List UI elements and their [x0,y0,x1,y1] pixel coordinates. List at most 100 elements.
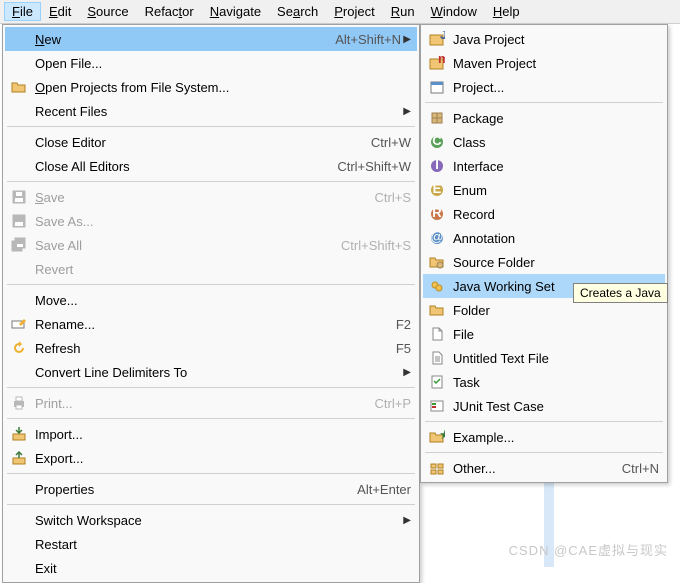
file-switch-workspace[interactable]: Switch Workspace▶ [5,508,417,532]
file-menu: NewAlt+Shift+N▶Open File... Open Projects… [2,24,420,583]
blank-icon [9,512,29,528]
working-set-icon [427,278,447,294]
new-separator [425,452,663,453]
rename-icon [9,316,29,332]
menu-item-shortcut: Ctrl+W [371,135,411,150]
menu-item-shortcut: Alt+Enter [357,482,411,497]
menu-item-label: Rename... [35,317,376,332]
menu-item-label: Package [453,111,659,126]
file-separator [7,473,415,474]
menu-item-label: Other... [453,461,602,476]
source-folder-icon [427,254,447,270]
new-enum[interactable]: EEnum [423,178,665,202]
blank-icon [9,158,29,174]
blank-icon [9,31,29,47]
folder-open-icon [9,79,29,95]
menubar-item-refactor[interactable]: Refactor [137,2,202,21]
project-icon [427,79,447,95]
new-other[interactable]: Other...Ctrl+N [423,456,665,480]
svg-text:★: ★ [439,429,445,442]
submenu-arrow-icon: ▶ [401,34,411,45]
file-close-editor[interactable]: Close Editor Ctrl+W [5,130,417,154]
menubar-item-search[interactable]: Search [269,2,326,21]
menubar-item-navigate[interactable]: Navigate [202,2,269,21]
menu-item-label: Source Folder [453,255,659,270]
new-example[interactable]: ★Example... [423,425,665,449]
menu-item-label: Class [453,135,659,150]
file-exit[interactable]: Exit [5,556,417,580]
blank-icon [9,536,29,552]
new-project[interactable]: Project... [423,75,665,99]
menubar-item-run[interactable]: Run [383,2,423,21]
menu-item-label: Close Editor [35,135,351,150]
new-separator [425,421,663,422]
menubar-item-source[interactable]: Source [79,2,136,21]
save-icon [9,189,29,205]
new-junit-test-case[interactable]: JUnit Test Case [423,394,665,418]
file-icon [427,326,447,342]
file-convert-line-delimiters-to[interactable]: Convert Line Delimiters To▶ [5,360,417,384]
record-icon: R [427,206,447,222]
interface-icon: I [427,158,447,174]
new-class[interactable]: C Class [423,130,665,154]
new-source-folder[interactable]: Source Folder [423,250,665,274]
menu-item-label: JUnit Test Case [453,399,659,414]
new-file[interactable]: File [423,322,665,346]
menu-item-label: Save All [35,238,321,253]
file-rename[interactable]: Rename...F2 [5,312,417,336]
file-separator [7,504,415,505]
menu-item-label: Record [453,207,659,222]
file-recent-files[interactable]: Recent Files▶ [5,99,417,123]
svg-text:C: C [432,134,442,148]
maven-icon: m [427,55,447,71]
file-export[interactable]: Export... [5,446,417,470]
text-file-icon [427,350,447,366]
class-icon: C [427,134,447,150]
new-package[interactable]: Package [423,106,665,130]
new-record[interactable]: R Record [423,202,665,226]
blank-icon [9,364,29,380]
new-java-project[interactable]: JJava Project [423,27,665,51]
file-open-projects-from-file-system[interactable]: Open Projects from File System... [5,75,417,99]
menubar-item-edit[interactable]: Edit [41,2,79,21]
file-refresh[interactable]: RefreshF5 [5,336,417,360]
menubar-item-help[interactable]: Help [485,2,528,21]
menu-item-label: Maven Project [453,56,659,71]
menu-item-label: Task [453,375,659,390]
menubar-item-project[interactable]: Project [326,2,382,21]
menu-item-label: Java Project [453,32,659,47]
menu-item-label: Refresh [35,341,376,356]
menu-item-shortcut: Ctrl+Shift+S [341,238,411,253]
menubar-item-file[interactable]: File [4,2,41,21]
file-new[interactable]: NewAlt+Shift+N▶ [5,27,417,51]
file-close-all-editors[interactable]: Close All EditorsCtrl+Shift+W [5,154,417,178]
menu-item-label: New [35,32,315,47]
menu-item-label: Close All Editors [35,159,317,174]
new-annotation[interactable]: @Annotation [423,226,665,250]
menubar-item-window[interactable]: Window [423,2,485,21]
file-restart[interactable]: Restart [5,532,417,556]
menu-item-label: Open Projects from File System... [35,80,411,95]
blank-icon [9,261,29,277]
new-untitled-text-file[interactable]: Untitled Text File [423,346,665,370]
task-icon [427,374,447,390]
file-move[interactable]: Move... [5,288,417,312]
new-maven-project[interactable]: m Maven Project [423,51,665,75]
menu-item-label: Exit [35,561,411,576]
junit-icon [427,398,447,414]
blank-icon [9,134,29,150]
menu-item-shortcut: Ctrl+S [375,190,411,205]
blank-icon [9,55,29,71]
svg-text:E: E [433,182,442,196]
file-separator [7,284,415,285]
file-open-file[interactable]: Open File... [5,51,417,75]
new-task[interactable]: Task [423,370,665,394]
blank-icon [9,103,29,119]
file-import[interactable]: Import... [5,422,417,446]
new-interface[interactable]: IInterface [423,154,665,178]
menu-item-label: Convert Line Delimiters To [35,365,401,380]
file-properties[interactable]: PropertiesAlt+Enter [5,477,417,501]
menu-item-label: Move... [35,293,411,308]
watermark: CSDN @CAE虚拟与现实 [509,540,668,559]
menu-item-label: File [453,327,659,342]
